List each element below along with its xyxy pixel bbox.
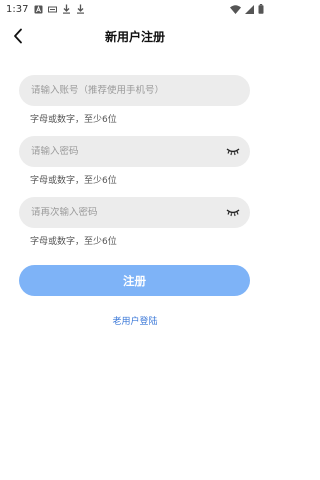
password-field[interactable] bbox=[19, 136, 250, 167]
battery-icon bbox=[258, 4, 264, 14]
status-bar: 1:37 bbox=[0, 0, 270, 18]
password-input[interactable] bbox=[31, 146, 238, 157]
confirm-password-field[interactable] bbox=[19, 197, 250, 228]
confirm-password-input[interactable] bbox=[31, 207, 238, 218]
wifi-icon bbox=[230, 4, 241, 14]
download-icon bbox=[77, 4, 85, 14]
back-button[interactable] bbox=[8, 24, 28, 48]
account-hint: 字母或数字，至少6位 bbox=[30, 115, 117, 125]
eye-closed-icon[interactable] bbox=[226, 146, 240, 156]
download-icon bbox=[63, 4, 71, 14]
password-hint: 字母或数字，至少6位 bbox=[30, 176, 117, 186]
account-field[interactable] bbox=[19, 75, 250, 106]
top-app-bar: 新用户注册 bbox=[0, 22, 270, 50]
account-input[interactable] bbox=[31, 85, 238, 96]
signal-icon bbox=[245, 4, 254, 14]
status-system-icons bbox=[230, 4, 264, 14]
notification-bar-icon bbox=[48, 6, 58, 12]
status-time: 1:37 bbox=[6, 3, 29, 15]
confirm-password-hint: 字母或数字，至少6位 bbox=[30, 237, 117, 247]
chevron-left-icon bbox=[14, 28, 22, 44]
register-button[interactable]: 注册 bbox=[19, 265, 250, 296]
notification-a-icon bbox=[34, 5, 43, 13]
status-notification-icons bbox=[34, 4, 85, 14]
old-user-login-link[interactable]: 老用户登陆 bbox=[0, 314, 270, 327]
page-title: 新用户注册 bbox=[104, 29, 165, 44]
eye-closed-icon[interactable] bbox=[226, 207, 240, 217]
